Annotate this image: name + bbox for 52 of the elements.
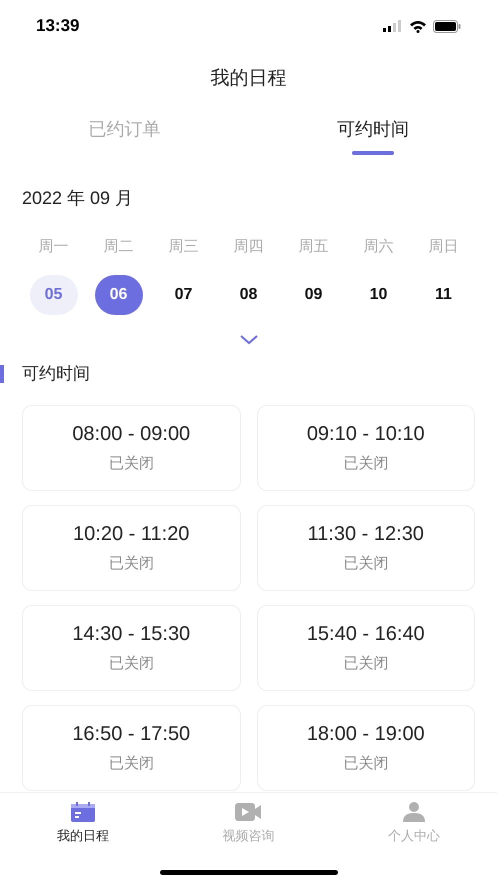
weekday-label: 周一	[38, 237, 70, 257]
day-button[interactable]: 06	[94, 274, 142, 314]
weekday-label: 周四	[232, 237, 264, 257]
slot-time: 10:20 - 11:20	[73, 522, 190, 548]
slot-status: 已关闭	[108, 654, 154, 674]
slot-status: 已关闭	[108, 754, 154, 774]
slot-status: 已关闭	[343, 654, 388, 674]
month-label: 2022 年 09 月	[22, 186, 134, 210]
slot-time: 08:00 - 09:00	[72, 422, 190, 448]
slot-time: 15:40 - 16:40	[306, 622, 425, 648]
time-slot-card[interactable]: 11:30 - 12:30 已关闭	[256, 504, 475, 590]
slot-status: 已关闭	[343, 554, 388, 574]
slot-time: 14:30 - 15:30	[72, 622, 190, 648]
wifi-icon	[409, 20, 427, 32]
day-button[interactable]: 11	[420, 274, 468, 314]
time-slot-card[interactable]: 16:50 - 17:50 已关闭	[22, 704, 240, 790]
battery-icon	[433, 20, 461, 32]
section-title: 可约时间	[22, 362, 90, 385]
nav-tab[interactable]: 我的日程	[0, 801, 166, 846]
signal-icon	[383, 20, 403, 32]
slot-time: 11:30 - 12:30	[308, 522, 424, 548]
weekday-label: 周三	[168, 237, 200, 257]
time-slot-card[interactable]: 10:20 - 11:20 已关闭	[22, 504, 240, 590]
chevron-down-icon[interactable]	[240, 334, 258, 344]
slot-status: 已关闭	[343, 754, 388, 774]
day-button[interactable]: 05	[30, 274, 78, 314]
weekday-label: 周五	[298, 237, 330, 257]
day-button[interactable]: 08	[224, 274, 272, 314]
weekday-label: 周六	[362, 237, 394, 257]
calendar-icon	[70, 801, 96, 823]
slot-status: 已关闭	[343, 454, 388, 474]
tab[interactable]: 可约时间	[248, 108, 497, 174]
slot-time: 09:10 - 10:10	[306, 422, 425, 448]
status-time: 13:39	[36, 15, 80, 38]
weekday-label: 周二	[102, 237, 134, 257]
slot-status: 已关闭	[108, 554, 154, 574]
time-slot-card[interactable]: 14:30 - 15:30 已关闭	[22, 604, 240, 690]
slot-status: 已关闭	[108, 454, 154, 474]
day-button[interactable]: 10	[354, 274, 402, 314]
video-camera-icon	[234, 801, 262, 823]
time-slot-card[interactable]: 15:40 - 16:40 已关闭	[256, 604, 475, 690]
slot-time: 16:50 - 17:50	[72, 722, 190, 748]
day-button[interactable]: 09	[290, 274, 338, 314]
time-slot-card[interactable]: 08:00 - 09:00 已关闭	[22, 404, 240, 490]
slot-time: 18:00 - 19:00	[306, 722, 425, 748]
day-button[interactable]: 07	[160, 274, 208, 314]
time-slot-card[interactable]: 09:10 - 10:10 已关闭	[256, 404, 475, 490]
page-title: 我的日程	[210, 66, 286, 91]
time-slot-card[interactable]: 18:00 - 19:00 已关闭	[256, 704, 475, 790]
person-icon	[402, 801, 426, 823]
section-marker	[0, 364, 4, 382]
weekday-label: 周日	[428, 237, 460, 257]
